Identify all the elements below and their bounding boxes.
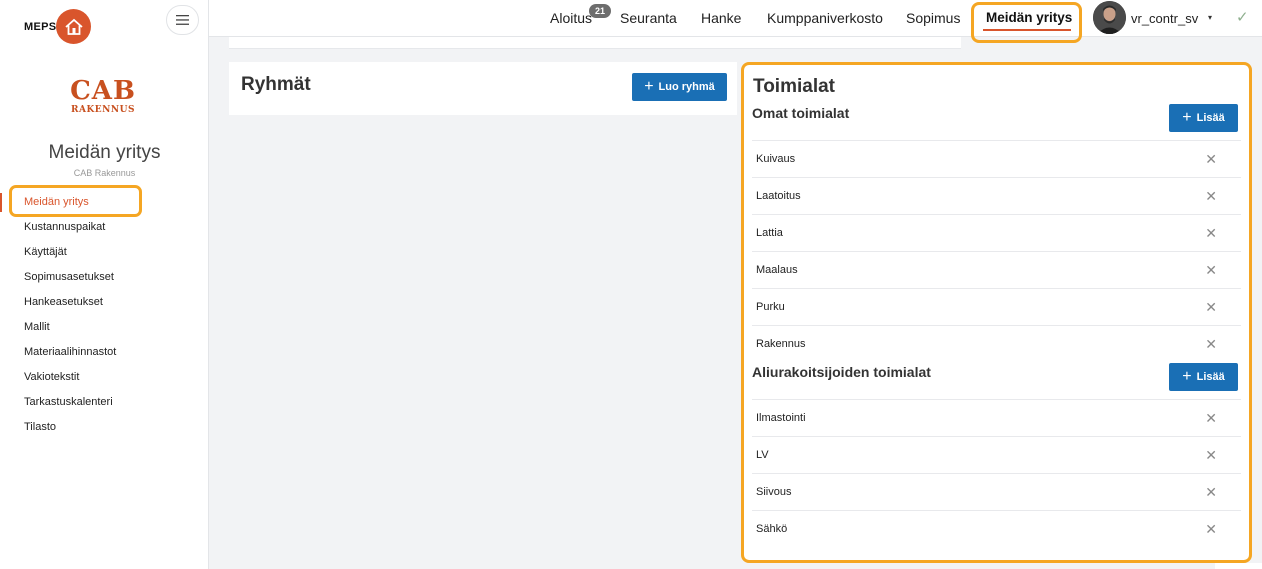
own-industries-list: Kuivaus ✕ Laatoitus ✕ Lattia ✕ Maalaus ✕ Pur… xyxy=(752,140,1241,362)
list-item: LV ✕ xyxy=(752,436,1241,473)
sidebar-item-tilasto[interactable]: Tilasto xyxy=(0,415,209,440)
list-item: Sähkö ✕ xyxy=(752,510,1241,547)
groups-card: Ryhmät + Luo ryhmä xyxy=(229,62,737,115)
sidebar-item-tarkastuskalenteri[interactable]: Tarkastuskalenteri xyxy=(0,390,209,415)
user-photo-icon xyxy=(1093,1,1126,34)
avatar[interactable] xyxy=(1093,1,1126,34)
chevron-down-icon[interactable]: ▾ xyxy=(1208,13,1212,22)
sidebar-nav: Meidän yritys Kustannuspaikat Käyttäjät … xyxy=(0,190,209,440)
username[interactable]: vr_contr_sv xyxy=(1131,11,1198,26)
plus-icon: + xyxy=(1182,109,1192,126)
content-top-strip xyxy=(229,37,961,49)
close-icon[interactable]: ✕ xyxy=(1205,178,1217,215)
company-logo-line2: RAKENNUS xyxy=(71,105,135,115)
close-icon[interactable]: ✕ xyxy=(1205,289,1217,326)
create-group-label: Luo ryhmä xyxy=(658,81,715,93)
list-item: Purku ✕ xyxy=(752,288,1241,325)
sub-industries-title: Aliurakoitsijoiden toimialat xyxy=(752,364,931,380)
groups-title: Ryhmät xyxy=(241,74,311,95)
nav-tab-aloitus[interactable]: Aloitus xyxy=(550,10,592,26)
list-item: Siivous ✕ xyxy=(752,473,1241,510)
nav-tab-seuranta[interactable]: Seuranta xyxy=(620,10,677,26)
close-icon[interactable]: ✕ xyxy=(1205,252,1217,289)
company-logo: CAB RAKENNUS xyxy=(70,78,136,116)
list-item-label: Ilmastointi xyxy=(756,412,806,424)
active-tab-underline xyxy=(983,29,1071,31)
hamburger-icon xyxy=(176,15,189,25)
sidebar-title: Meidän yritys xyxy=(48,142,161,163)
list-item: Maalaus ✕ xyxy=(752,251,1241,288)
nav-tab-hanke[interactable]: Hanke xyxy=(701,10,741,26)
list-item-label: Maalaus xyxy=(756,264,798,276)
brand-logo[interactable] xyxy=(56,9,91,44)
add-sub-industry-label: Lisää xyxy=(1196,371,1225,383)
add-own-industry-label: Lisää xyxy=(1196,112,1225,124)
list-item-label: Kuivaus xyxy=(756,153,796,165)
add-sub-industry-button[interactable]: + Lisää xyxy=(1169,363,1238,391)
own-industries-title: Omat toimialat xyxy=(752,105,850,121)
sidebar-item-kustannuspaikat[interactable]: Kustannuspaikat xyxy=(0,215,209,240)
close-icon[interactable]: ✕ xyxy=(1205,400,1217,437)
list-item-label: LV xyxy=(756,449,769,461)
company-logo-line1: CAB xyxy=(70,76,136,106)
sidebar-item-mallit[interactable]: Mallit xyxy=(0,315,209,340)
list-item-label: Purku xyxy=(756,301,785,313)
close-icon[interactable]: ✕ xyxy=(1205,511,1217,548)
sidebar-item-meidan-yritys[interactable]: Meidän yritys xyxy=(0,190,209,215)
list-item: Laatoitus ✕ xyxy=(752,177,1241,214)
industries-title: Toimialat xyxy=(753,76,835,97)
close-icon[interactable]: ✕ xyxy=(1205,437,1217,474)
industries-card: Toimialat Omat toimialat + Lisää Kuivaus… xyxy=(741,62,1252,563)
sidebar-item-vakiotekstit[interactable]: Vakiotekstit xyxy=(0,365,209,390)
sidebar-item-materiaalihinnastot[interactable]: Materiaalihinnastot xyxy=(0,340,209,365)
plus-icon: + xyxy=(644,78,654,95)
menu-toggle-button[interactable] xyxy=(166,5,199,35)
close-icon[interactable]: ✕ xyxy=(1205,326,1217,363)
close-icon[interactable]: ✕ xyxy=(1205,141,1217,178)
list-item-label: Lattia xyxy=(756,227,783,239)
list-item: Lattia ✕ xyxy=(752,214,1241,251)
list-item-label: Rakennus xyxy=(756,338,806,350)
list-item-label: Sähkö xyxy=(756,523,788,535)
nav-tab-sopimus[interactable]: Sopimus xyxy=(906,10,960,26)
sidebar-item-kayttajat[interactable]: Käyttäjät xyxy=(0,240,209,265)
add-own-industry-button[interactable]: + Lisää xyxy=(1169,104,1238,132)
check-icon[interactable]: ✓ xyxy=(1236,8,1249,26)
close-icon[interactable]: ✕ xyxy=(1205,215,1217,252)
nav-tab-meidan-yritys[interactable]: Meidän yritys xyxy=(986,10,1072,25)
sidebar-item-hankeasetukset[interactable]: Hankeasetukset xyxy=(0,290,209,315)
sidebar-item-sopimusasetukset[interactable]: Sopimusasetukset xyxy=(0,265,209,290)
close-icon[interactable]: ✕ xyxy=(1205,474,1217,511)
list-item: Kuivaus ✕ xyxy=(752,140,1241,177)
create-group-button[interactable]: + Luo ryhmä xyxy=(632,73,727,101)
list-item-label: Siivous xyxy=(756,486,792,498)
sidebar: MEPS CAB RAKENNUS Meidän yritys CAB Rake… xyxy=(0,0,209,569)
sub-industries-list: Ilmastointi ✕ LV ✕ Siivous ✕ Sähkö ✕ xyxy=(752,399,1241,547)
list-item: Ilmastointi ✕ xyxy=(752,399,1241,436)
list-item-label: Laatoitus xyxy=(756,190,801,202)
list-item: Rakennus ✕ xyxy=(752,325,1241,362)
brand-name: MEPS xyxy=(24,21,57,33)
notification-badge: 21 xyxy=(589,4,611,18)
plus-icon: + xyxy=(1182,368,1192,385)
sidebar-subtitle: CAB Rakennus xyxy=(73,168,136,178)
nav-tab-kumppaniverkosto[interactable]: Kumppaniverkosto xyxy=(767,10,883,26)
corner-fill xyxy=(1215,563,1262,569)
house-icon xyxy=(64,18,83,35)
